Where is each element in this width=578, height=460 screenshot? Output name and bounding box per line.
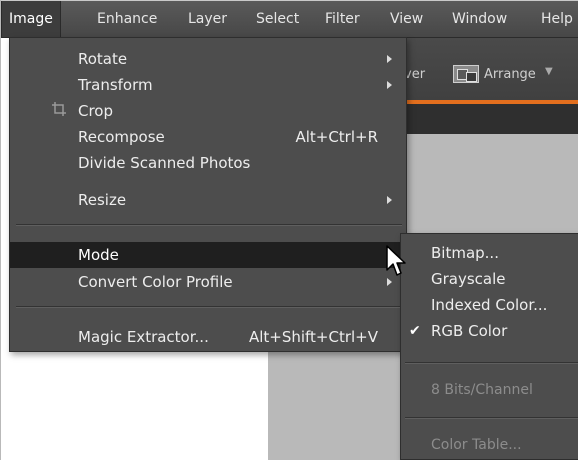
submenu-item-indexed-color[interactable]: Indexed Color... (401, 292, 578, 318)
submenu-item-bitmap[interactable]: Bitmap... (401, 240, 578, 266)
menu-item-label: Divide Scanned Photos (78, 154, 251, 172)
menu-item-label: Magic Extractor... (78, 328, 209, 346)
menu-item-shortcut: Alt+Ctrl+R (295, 128, 378, 146)
submenu-item-label: Color Table... (431, 437, 522, 453)
menu-item-shortcut: Alt+Shift+Ctrl+V (248, 328, 378, 346)
menu-select[interactable]: Select (256, 1, 299, 37)
submenu-arrow-icon (387, 196, 392, 204)
arrange-button-label[interactable]: Arrange (484, 66, 536, 84)
mode-submenu: Bitmap... Grayscale Indexed Color... ✔ R… (400, 233, 578, 460)
menu-item-transform[interactable]: Transform (10, 72, 406, 98)
menu-item-label: Transform (78, 76, 153, 94)
menu-item-label: Crop (78, 102, 114, 120)
submenu-separator (405, 362, 578, 364)
menu-item-convert-color-profile[interactable]: Convert Color Profile (10, 269, 406, 295)
menu-item-divide-scanned-photos[interactable]: Divide Scanned Photos (10, 150, 406, 176)
submenu-item-grayscale[interactable]: Grayscale (401, 266, 578, 292)
menu-item-label: Resize (78, 191, 127, 209)
mouse-cursor-icon (386, 245, 406, 276)
crop-icon (52, 102, 66, 116)
submenu-item-rgb-color[interactable]: ✔ RGB Color (401, 318, 578, 344)
checkmark-icon: ✔ (409, 323, 421, 339)
menu-item-label: Convert Color Profile (78, 273, 233, 291)
submenu-item-label: Indexed Color... (431, 296, 548, 314)
submenu-item-label: 8 Bits/Channel (431, 382, 533, 398)
submenu-item-label: Bitmap... (431, 244, 499, 262)
menu-item-mode[interactable]: Mode (10, 242, 406, 268)
submenu-arrow-icon (387, 81, 392, 89)
menu-view[interactable]: View (390, 1, 423, 37)
submenu-arrow-icon (387, 278, 392, 286)
submenu-item-color-table: Color Table... (401, 432, 578, 458)
submenu-item-label: Grayscale (431, 270, 506, 288)
menu-item-rotate[interactable]: Rotate (10, 46, 406, 72)
menu-enhance[interactable]: Enhance (97, 1, 157, 37)
menu-item-label: Rotate (78, 50, 128, 68)
arrange-dropdown-icon[interactable]: ▼ (545, 66, 553, 77)
menubar: Image Enhance Layer Select Filter View W… (1, 1, 578, 38)
menu-separator (16, 306, 402, 308)
menu-item-recompose[interactable]: Recompose Alt+Ctrl+R (10, 124, 406, 150)
menu-item-label: Recompose (78, 128, 165, 146)
menu-image[interactable]: Image (1, 1, 61, 37)
menu-item-label: Mode (78, 246, 119, 264)
submenu-arrow-icon (387, 55, 392, 63)
image-menu: Rotate Transform Crop Recompose Alt+Ctrl… (9, 37, 407, 352)
menu-window[interactable]: Window (452, 1, 507, 37)
menu-help[interactable]: Help (541, 1, 573, 37)
arrange-icon[interactable] (453, 65, 479, 83)
menu-separator (16, 224, 402, 226)
menu-layer[interactable]: Layer (188, 1, 227, 37)
background-toolbar-label: ver (404, 67, 426, 82)
window-left-border (0, 0, 1, 460)
menu-item-resize[interactable]: Resize (10, 187, 406, 213)
menu-item-magic-extractor[interactable]: Magic Extractor... Alt+Shift+Ctrl+V (10, 324, 406, 350)
menu-filter[interactable]: Filter (325, 1, 360, 37)
menu-item-crop[interactable]: Crop (10, 98, 406, 124)
submenu-separator (405, 417, 578, 419)
submenu-item-8-bits-channel: 8 Bits/Channel (401, 377, 578, 403)
submenu-item-label: RGB Color (431, 322, 508, 340)
